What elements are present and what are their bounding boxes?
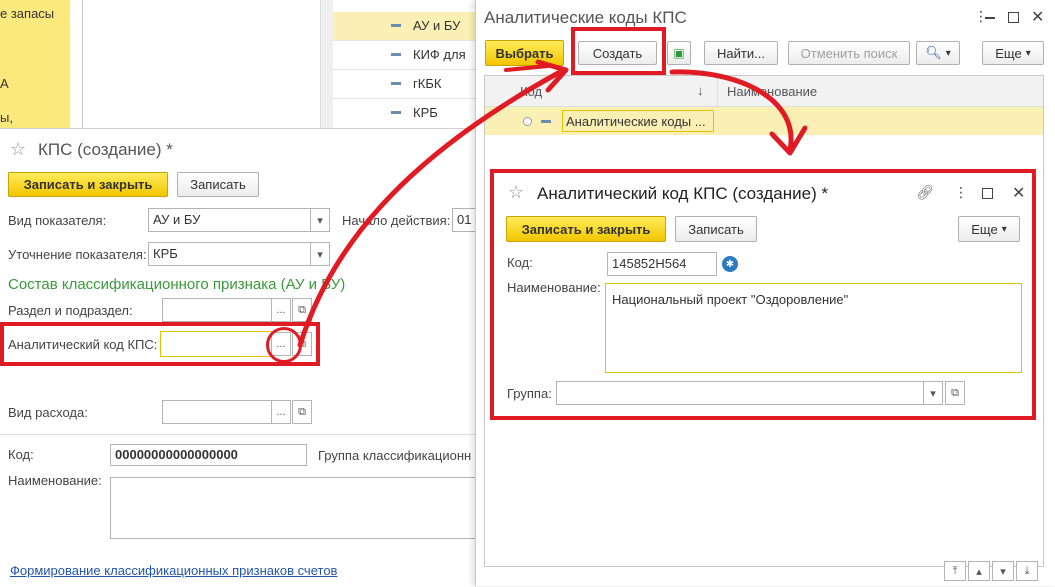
annotation-arrows xyxy=(297,59,808,348)
arrow-to-create xyxy=(297,69,563,348)
arrow-to-select xyxy=(504,64,550,72)
